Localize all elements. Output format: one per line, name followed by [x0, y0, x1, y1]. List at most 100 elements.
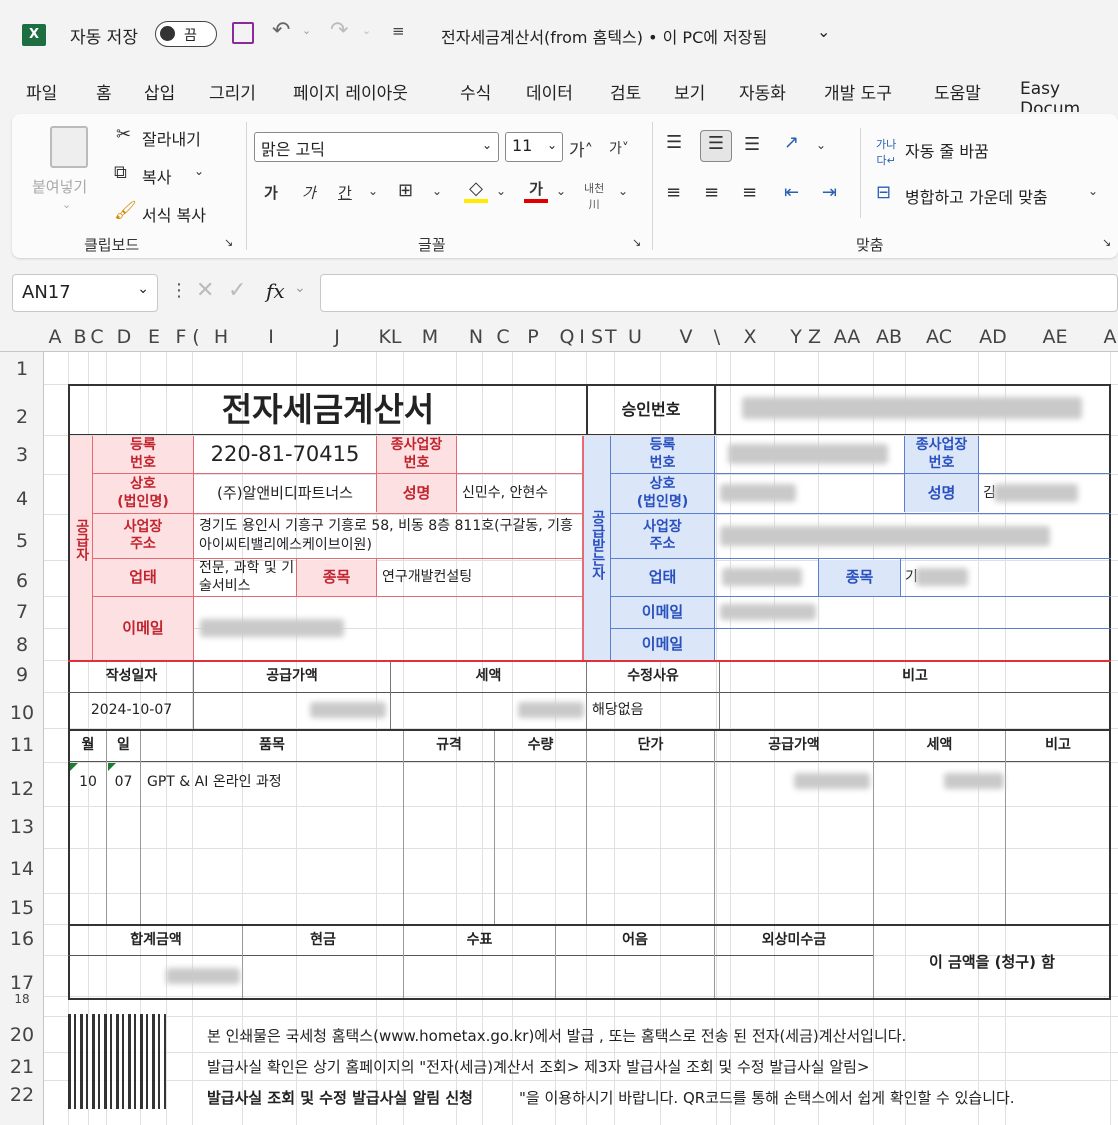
supplier-ceo[interactable]: 신민수, 안현수 — [457, 474, 582, 513]
font-name-select[interactable]: 맑은 고딕 ⌄ — [254, 132, 499, 162]
cut-label[interactable]: 잘라내기 — [142, 126, 201, 150]
menu-view[interactable]: 보기 — [674, 79, 705, 104]
column-header[interactable]: D — [114, 326, 134, 348]
row-header[interactable]: 1 — [0, 358, 44, 380]
item-day[interactable]: 07 — [107, 764, 140, 802]
column-header[interactable]: AA — [830, 326, 864, 348]
border-icon[interactable]: ⊞ — [398, 180, 413, 201]
italic-icon[interactable]: 가 — [302, 182, 316, 203]
copy-dropdown-icon[interactable]: ⌄ — [194, 164, 204, 178]
align-middle-icon[interactable]: ☰ — [700, 130, 732, 162]
row-header[interactable]: 15 — [0, 897, 44, 919]
format-painter-label[interactable]: 서식 복사 — [142, 202, 206, 226]
wrap-text-label[interactable]: 자동 줄 바꿈 — [905, 138, 989, 162]
column-header[interactable]: P — [524, 326, 542, 348]
column-header[interactable]: A — [46, 326, 64, 348]
column-header[interactable]: E — [145, 326, 163, 348]
row-header[interactable]: 10 — [0, 702, 44, 724]
column-header[interactable]: Q — [558, 326, 576, 348]
supplier-reg-no[interactable]: 220-81-70415 — [194, 436, 376, 473]
redo-dropdown-icon[interactable]: ⌄ — [362, 24, 371, 37]
merge-dropdown-icon[interactable]: ⌄ — [1088, 184, 1098, 198]
undo-dropdown-icon[interactable]: ⌄ — [302, 24, 311, 37]
orientation-dropdown-icon[interactable]: ⌄ — [816, 138, 826, 152]
merge-center-icon[interactable]: ⊟ — [876, 182, 891, 203]
row-header[interactable]: 3 — [0, 444, 44, 466]
item-month[interactable]: 10 — [70, 764, 106, 802]
issue-date[interactable]: 2024-10-07 — [70, 693, 193, 729]
wrap-text-icon[interactable]: 가나 다↵ — [876, 136, 896, 168]
align-left-icon[interactable]: ≡ — [666, 182, 681, 203]
more-options-icon[interactable]: ⋮ — [170, 280, 188, 301]
fill-color-dropdown-icon[interactable]: ⌄ — [496, 184, 506, 198]
redo-icon[interactable]: ↷ — [330, 18, 348, 43]
phonetic-icon[interactable]: 내천 川 — [584, 180, 604, 212]
paste-dropdown-icon[interactable]: ⌄ — [62, 198, 71, 211]
row-header[interactable]: 13 — [0, 816, 44, 838]
item-name[interactable]: GPT & AI 온라인 과정 — [142, 764, 403, 802]
menu-file[interactable]: 파일 — [26, 79, 57, 104]
copy-icon[interactable]: ⧉ — [114, 162, 127, 183]
merge-center-label[interactable]: 병합하고 가운데 맞춤 — [905, 184, 1048, 208]
menu-draw[interactable]: 그리기 — [209, 79, 256, 104]
supplier-item[interactable]: 연구개발컨설팅 — [377, 559, 582, 596]
fx-dropdown-icon[interactable]: ⌄ — [294, 280, 306, 296]
row-header[interactable]: 7 — [0, 601, 44, 623]
autosave-toggle[interactable]: 끔 — [155, 21, 217, 47]
bold-icon[interactable]: 가 — [264, 182, 278, 203]
insert-function-icon[interactable]: fx — [266, 279, 285, 303]
row-header[interactable]: 17 — [0, 972, 44, 994]
font-size-select[interactable]: 11 ⌄ — [505, 132, 563, 162]
enter-icon[interactable]: ✓ — [228, 278, 246, 303]
column-header[interactable]: N — [466, 326, 486, 348]
column-header[interactable]: AE — [1038, 326, 1072, 348]
increase-indent-icon[interactable]: ⇥ — [822, 182, 837, 203]
decrease-indent-icon[interactable]: ⇤ — [784, 182, 799, 203]
column-header[interactable]: Z — [808, 326, 821, 348]
menu-page-layout[interactable]: 페이지 레이아웃 — [293, 79, 408, 104]
menu-developer[interactable]: 개발 도구 — [824, 79, 892, 104]
supplier-address[interactable]: 경기도 용인시 기흥구 기흥로 58, 비동 8층 811호(구갈동, 기흥아이… — [194, 514, 582, 558]
menu-insert[interactable]: 삽입 — [144, 79, 175, 104]
menu-formulas[interactable]: 수식 — [460, 79, 491, 104]
row-header[interactable]: 16 — [0, 928, 44, 950]
qr-code-icon[interactable] — [68, 1014, 166, 1109]
column-header[interactable]: C — [494, 326, 512, 348]
row-header[interactable]: 5 — [0, 530, 44, 552]
row-header[interactable]: 22 — [0, 1084, 44, 1106]
customize-qat-icon[interactable]: ≡ — [392, 22, 405, 40]
increase-font-icon[interactable]: 가˄ — [569, 136, 593, 161]
row-header[interactable]: 20 — [0, 1024, 44, 1046]
column-header[interactable]: T — [605, 326, 617, 348]
row-header[interactable]: 8 — [0, 634, 44, 656]
column-header[interactable]: I — [262, 326, 280, 348]
clipboard-launcher-icon[interactable]: ↘ — [224, 236, 233, 249]
row-header[interactable]: 9 — [0, 664, 44, 686]
column-header[interactable]: I — [578, 326, 586, 348]
title-chevron-icon[interactable]: ⌄ — [817, 22, 830, 41]
column-header[interactable]: S — [590, 326, 604, 348]
column-header[interactable]: AD — [976, 326, 1010, 348]
column-header[interactable]: Y — [786, 326, 806, 348]
align-center-icon[interactable]: ≡ — [704, 182, 719, 203]
cancel-icon[interactable]: ✕ — [196, 278, 214, 303]
column-header[interactable]: C — [88, 326, 106, 348]
column-header[interactable]: A — [1102, 326, 1118, 348]
name-box[interactable]: AN17 ⌄ — [12, 274, 158, 312]
column-header[interactable]: KL — [376, 326, 404, 348]
font-color-dropdown-icon[interactable]: ⌄ — [556, 184, 566, 198]
align-top-icon[interactable]: ☰ — [666, 132, 682, 153]
column-header[interactable]: J — [328, 326, 346, 348]
underline-icon[interactable]: 간 — [338, 182, 352, 203]
reason-value[interactable]: 해당없음 — [587, 693, 719, 729]
decrease-font-icon[interactable]: 가˅ — [609, 138, 629, 158]
orientation-icon[interactable]: ↗ — [784, 132, 799, 153]
border-dropdown-icon[interactable]: ⌄ — [432, 184, 442, 198]
row-header[interactable]: 18 — [0, 992, 44, 1006]
column-header[interactable]: V — [676, 326, 696, 348]
row-header[interactable]: 14 — [0, 858, 44, 880]
row-header[interactable]: 4 — [0, 488, 44, 510]
paste-icon[interactable] — [50, 126, 88, 168]
column-header[interactable]: \ — [712, 326, 722, 348]
row-header[interactable]: 11 — [0, 734, 44, 756]
